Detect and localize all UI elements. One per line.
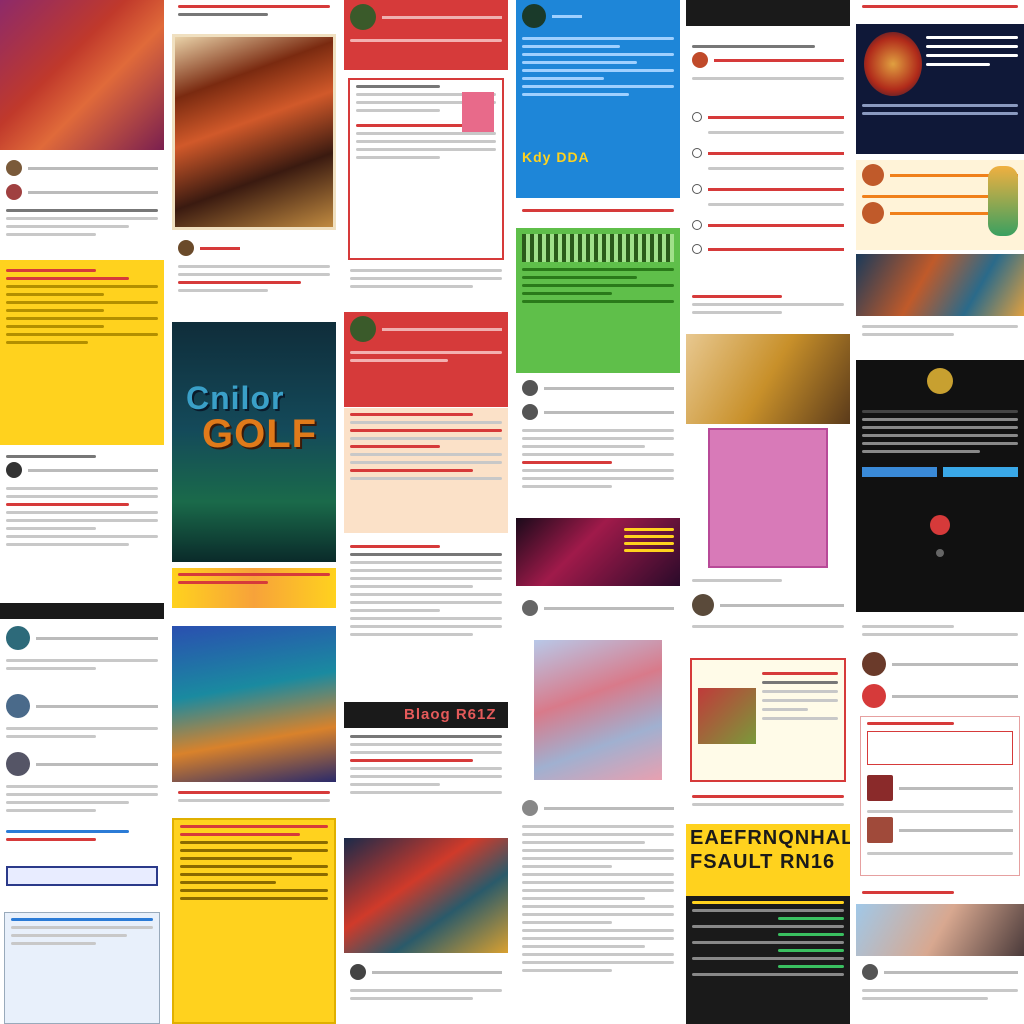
yellow-list-card[interactable] xyxy=(0,260,164,445)
character-illustration xyxy=(988,166,1018,236)
column-4: Kdy DDA xyxy=(516,0,680,1024)
column-2: Cnilor GOLF xyxy=(172,0,336,1024)
logo-artwork xyxy=(864,32,922,96)
pixel-artwork[interactable] xyxy=(708,428,828,568)
radio-icon[interactable] xyxy=(692,148,702,158)
post-card[interactable] xyxy=(0,450,164,600)
comment-list[interactable] xyxy=(516,376,680,511)
dark-header xyxy=(686,0,850,26)
red-header-card[interactable] xyxy=(344,0,508,70)
dark-thumbnail[interactable] xyxy=(516,518,680,586)
dark-player-card[interactable] xyxy=(856,360,1024,612)
radio-option[interactable] xyxy=(686,144,850,162)
tag-row[interactable] xyxy=(686,290,850,326)
avatar xyxy=(6,160,22,176)
action-button[interactable] xyxy=(862,467,937,477)
column-6 xyxy=(856,0,1024,1024)
radio-option[interactable] xyxy=(686,180,850,198)
photo-thumbnail[interactable] xyxy=(856,904,1024,956)
blue-card-title: Kdy DDA xyxy=(522,149,590,165)
record-icon[interactable] xyxy=(930,515,950,535)
thumbnail xyxy=(698,688,756,744)
promo-strip[interactable] xyxy=(172,568,336,608)
caption xyxy=(856,886,1024,900)
peach-card[interactable] xyxy=(344,408,508,533)
avatar xyxy=(6,184,22,200)
radio-option[interactable] xyxy=(686,216,850,234)
article-text xyxy=(344,540,508,700)
inner-panel xyxy=(867,731,1013,765)
column-3: Blaog R61Z xyxy=(344,0,508,1024)
post-meta[interactable] xyxy=(856,960,1024,1024)
banner-button[interactable] xyxy=(6,866,158,886)
red-outline-card[interactable] xyxy=(860,716,1020,876)
radio-option[interactable] xyxy=(686,108,850,126)
column-1 xyxy=(0,0,164,1024)
comment-list[interactable] xyxy=(0,622,164,822)
tag-row[interactable] xyxy=(516,204,680,224)
article-text xyxy=(344,730,508,835)
radio-icon[interactable] xyxy=(692,220,702,230)
black-article[interactable]: EAEFRNQNHAL FSAULT RN16 xyxy=(686,824,850,1024)
avatar xyxy=(927,368,953,394)
radio-icon[interactable] xyxy=(692,184,702,194)
radio-icon[interactable] xyxy=(692,244,702,254)
header-bar xyxy=(0,603,164,619)
orange-list[interactable] xyxy=(856,160,1024,250)
caption xyxy=(856,320,1024,350)
yellow-title-1: EAEFRNQNHAL xyxy=(690,827,850,849)
header-tags xyxy=(856,0,1024,20)
header-tags xyxy=(172,0,336,30)
dot-indicator xyxy=(936,549,944,557)
artwork-thumbnail[interactable] xyxy=(0,0,164,150)
pixel-banner xyxy=(522,234,674,262)
radio-icon[interactable] xyxy=(692,112,702,122)
poster-title-line-1: Cnilor xyxy=(186,380,285,416)
red-bordered-card[interactable] xyxy=(690,658,846,782)
action-button[interactable] xyxy=(943,467,1018,477)
comment-list[interactable] xyxy=(856,648,1024,708)
poster-title-line-2: GOLF xyxy=(202,412,318,456)
banner-title: Blaog R61Z xyxy=(404,706,497,723)
green-card[interactable] xyxy=(516,228,680,373)
game-poster[interactable]: Cnilor GOLF xyxy=(172,322,336,562)
pixel-artwork[interactable] xyxy=(534,640,662,780)
post-meta[interactable] xyxy=(344,960,508,1024)
post-meta[interactable] xyxy=(686,590,850,650)
radio-option[interactable] xyxy=(686,240,850,258)
post-meta[interactable] xyxy=(686,40,850,100)
post-meta[interactable] xyxy=(516,596,680,626)
poster-artwork[interactable] xyxy=(172,34,336,230)
post-card[interactable] xyxy=(0,156,164,256)
tag-row[interactable] xyxy=(0,825,164,855)
column-5: EAEFRNQNHAL FSAULT RN16 xyxy=(686,0,850,1024)
tag-row[interactable] xyxy=(172,786,336,810)
red-header-card[interactable] xyxy=(344,312,508,407)
yellow-article[interactable] xyxy=(172,818,336,1024)
game-poster[interactable] xyxy=(172,626,336,782)
photo-thumbnail[interactable] xyxy=(856,254,1024,316)
article-image[interactable] xyxy=(344,838,508,953)
radio-option-list[interactable] xyxy=(686,108,850,278)
red-bordered-card[interactable] xyxy=(348,78,504,260)
yellow-title-2: FSAULT RN16 xyxy=(690,851,836,873)
preview-card[interactable] xyxy=(4,912,160,1024)
photo-thumbnail[interactable] xyxy=(686,334,850,424)
blue-card[interactable]: Kdy DDA xyxy=(516,0,680,198)
dark-banner[interactable]: Blaog R61Z xyxy=(344,702,508,728)
thumbnail xyxy=(462,92,494,132)
tag-row[interactable] xyxy=(686,790,850,816)
text-block xyxy=(344,264,508,304)
post-meta[interactable] xyxy=(172,236,336,306)
navy-card[interactable] xyxy=(856,24,1024,154)
article-text xyxy=(516,796,680,1024)
